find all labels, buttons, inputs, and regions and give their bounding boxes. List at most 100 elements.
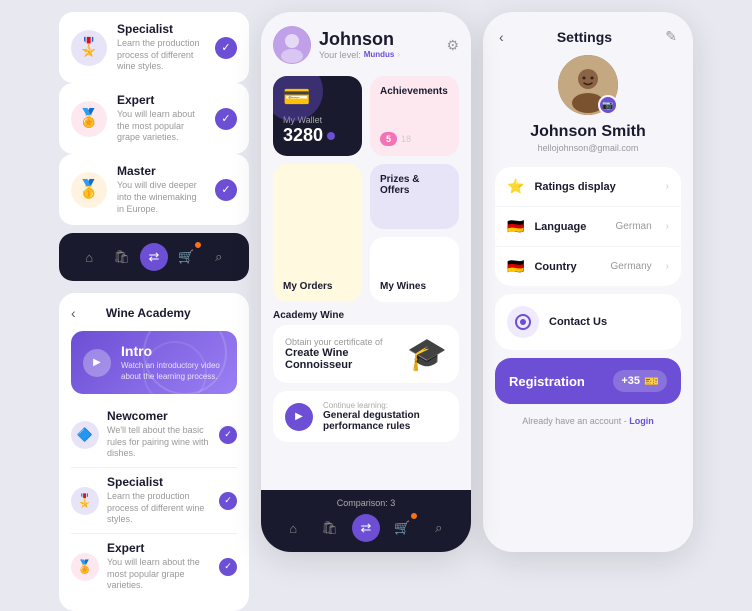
settings-item-value-country: Germany <box>611 261 652 272</box>
course-title-specialist: Specialist <box>117 22 205 36</box>
right-panel: ‹ Settings ✎ 📷 Johnson Smith hellojohnso… <box>483 12 693 552</box>
wallet-card[interactable]: 💳 My Wallet 3280 <box>273 76 362 156</box>
prizes-label: Prizes & Offers <box>380 174 449 196</box>
nav-swap-left[interactable]: ⇄ <box>140 243 168 271</box>
wallet-amount: 3280 <box>283 125 352 146</box>
orders-card[interactable]: My Orders <box>273 164 362 302</box>
mini-course-title: Specialist <box>107 475 211 489</box>
continue-section[interactable]: ▶ Continue learning: General degustation… <box>273 391 459 442</box>
prizes-orders-grid: My Orders Prizes & Offers My Wines <box>273 164 459 302</box>
already-account: Already have an account - Login <box>483 412 693 430</box>
academy-title: Wine Academy <box>106 306 191 320</box>
avatar-camera-btn[interactable]: 📷 <box>598 95 618 115</box>
chevron-icon-language: › <box>666 221 669 232</box>
mini-course-specialist[interactable]: 🎖️ Specialist Learn the production proce… <box>71 468 237 534</box>
continue-label: Continue learning: <box>323 401 447 410</box>
nav-search-left[interactable]: ⌕ <box>205 243 233 271</box>
check-circle-expert: ✓ <box>215 108 237 130</box>
registration-card[interactable]: Registration +35 🎫 <box>495 358 681 404</box>
center-nav-cart[interactable]: 🛒 <box>388 514 416 542</box>
course-icon-master: 🥇 <box>71 172 107 208</box>
bottom-nav-left: ⌂ 🛍 ⇄ 🛒 ⌕ <box>59 233 249 281</box>
profile-name: Johnson Smith <box>530 123 646 141</box>
my-wines-card[interactable]: My Wines <box>370 237 459 302</box>
continue-text: Continue learning: General degustation p… <box>323 401 447 432</box>
intro-play-btn[interactable]: ▶ <box>83 349 111 377</box>
settings-item-icon-language: 🇩🇪 <box>507 218 524 235</box>
course-card-master[interactable]: 🥇 Master You will dive deeper into the w… <box>59 154 249 225</box>
contact-card[interactable]: Contact Us <box>495 294 681 350</box>
cert-title: Obtain your certificate of <box>285 337 397 347</box>
center-nav-search[interactable]: ⌕ <box>425 514 453 542</box>
chevron-icon-country: › <box>666 261 669 272</box>
profile-section: 📷 Johnson Smith hellojohnson@gmail.com <box>483 55 693 167</box>
course-card-expert[interactable]: 🏅 Expert You will learn about the most p… <box>59 83 249 154</box>
intro-card[interactable]: ▶ Intro Watch an introductory video abou… <box>71 331 237 394</box>
course-icon-specialist: 🎖️ <box>71 30 107 66</box>
mini-course-title: Newcomer <box>107 409 211 423</box>
achievement-count: 5 18 <box>380 132 449 146</box>
nav-bag-left[interactable]: 🛍 <box>108 243 136 271</box>
academy-wine-section: Academy Wine Obtain your certificate of … <box>273 310 459 383</box>
mini-course-desc: You will learn about the most popular gr… <box>107 557 211 592</box>
user-avatar <box>273 26 311 64</box>
course-cards-top: 🎖️ Specialist Learn the production proce… <box>59 12 249 225</box>
intro-text: Intro Watch an introductory video about … <box>121 343 225 382</box>
mini-check: ✓ <box>219 558 237 576</box>
mini-courses: 🔷 Newcomer We'll tell about the basic ru… <box>71 402 237 599</box>
mini-course-icon: 🔷 <box>71 421 99 449</box>
continue-play-btn[interactable]: ▶ <box>285 403 313 431</box>
check-circle-specialist: ✓ <box>215 37 237 59</box>
course-title-expert: Expert <box>117 93 205 107</box>
wallet-emoji: 💳 <box>283 84 310 110</box>
center-bottom-nav: Comparison: 3 ⌂ 🛍 ⇄ 🛒 ⌕ <box>261 490 471 552</box>
mini-course-text: Newcomer We'll tell about the basic rule… <box>107 409 211 460</box>
mini-course-desc: Learn the production process of differen… <box>107 491 211 526</box>
reg-icon: 🎫 <box>644 374 659 388</box>
academy-header: ‹ Wine Academy <box>71 305 237 321</box>
nav-home-left[interactable]: ⌂ <box>75 243 103 271</box>
wallet-achievements-grid: 💳 My Wallet 3280 Achievements 5 18 <box>273 76 459 156</box>
settings-item-language[interactable]: 🇩🇪 Language German › <box>495 207 681 247</box>
nav-cart-left[interactable]: 🛒 <box>172 243 200 271</box>
achievement-count-total: 18 <box>401 134 411 144</box>
prizes-card[interactable]: Prizes & Offers <box>370 164 459 229</box>
wallet-label: My Wallet <box>283 115 352 125</box>
achievements-card[interactable]: Achievements 5 18 <box>370 76 459 156</box>
settings-edit-btn[interactable]: ✎ <box>665 28 677 45</box>
settings-item-ratings[interactable]: ⭐ Ratings display › <box>495 167 681 207</box>
contact-label: Contact Us <box>549 316 607 328</box>
check-circle-master: ✓ <box>215 179 237 201</box>
profile-email: hellojohnson@gmail.com <box>538 143 639 153</box>
login-link[interactable]: Login <box>629 416 654 426</box>
settings-back-btn[interactable]: ‹ <box>499 29 504 45</box>
academy-back-btn[interactable]: ‹ <box>71 305 76 321</box>
settings-item-label-language: Language <box>534 221 605 233</box>
course-desc-master: You will dive deeper into the winemaking… <box>117 180 205 215</box>
cert-text: Obtain your certificate of Create Wine C… <box>285 337 397 371</box>
course-text-specialist: Specialist Learn the production process … <box>117 22 205 73</box>
center-nav-home[interactable]: ⌂ <box>279 514 307 542</box>
mini-course-newcomer[interactable]: 🔷 Newcomer We'll tell about the basic ru… <box>71 402 237 468</box>
settings-item-label-country: Country <box>534 261 600 273</box>
center-nav-icons: ⌂ 🛍 ⇄ 🛒 ⌕ <box>275 514 457 542</box>
settings-item-label-ratings: Ratings display <box>534 181 655 193</box>
academy-wine-label: Academy Wine <box>273 310 459 321</box>
center-nav-swap[interactable]: ⇄ <box>352 514 380 542</box>
mini-course-expert[interactable]: 🏅 Expert You will learn about the most p… <box>71 534 237 599</box>
mini-check: ✓ <box>219 492 237 510</box>
wine-academy-panel: ‹ Wine Academy ▶ Intro Watch an introduc… <box>59 293 249 611</box>
left-panel: 🎖️ Specialist Learn the production proce… <box>59 12 249 552</box>
certificate-card[interactable]: Obtain your certificate of Create Wine C… <box>273 325 459 383</box>
course-title-master: Master <box>117 164 205 178</box>
course-desc-specialist: Learn the production process of differen… <box>117 38 205 73</box>
mini-course-icon: 🎖️ <box>71 487 99 515</box>
center-panel: Johnson Your level: Mundus › ⚙ 💳 My Wall… <box>261 12 471 552</box>
wallet-dot <box>327 132 335 140</box>
course-card-specialist[interactable]: 🎖️ Specialist Learn the production proce… <box>59 12 249 83</box>
center-settings-icon[interactable]: ⚙ <box>446 37 459 54</box>
achievement-count-badge: 5 <box>380 132 397 146</box>
center-nav-bag[interactable]: 🛍 <box>316 514 344 542</box>
settings-item-value-language: German <box>616 221 652 232</box>
settings-item-country[interactable]: 🇩🇪 Country Germany › <box>495 247 681 286</box>
